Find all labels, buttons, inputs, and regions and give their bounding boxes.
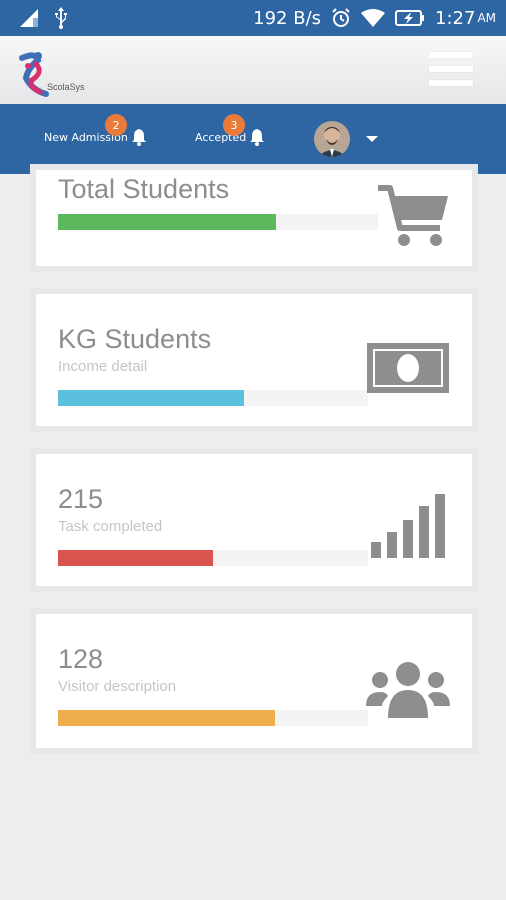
progress-fill [58, 390, 244, 406]
bar-signal-icon [371, 494, 445, 558]
progress-fill [58, 710, 275, 726]
app-logo [19, 52, 49, 97]
network-speed: 192 B/s [253, 7, 322, 29]
logo-text: ScolaSys [47, 82, 85, 92]
progress-track [58, 390, 368, 406]
wifi-icon [361, 9, 386, 27]
card-title: Total Students [58, 174, 230, 204]
signal-icon [20, 9, 38, 27]
hamburger-line [429, 66, 473, 72]
status-bar: 192 B/s 1:27 AM [0, 0, 506, 36]
stat-card-tasks: 215 Task completed [30, 448, 478, 592]
card-title: KG Students [58, 324, 212, 354]
avatar-image [314, 121, 350, 157]
new-admission-notification[interactable]: 2 New Admission [44, 114, 148, 146]
clock-time: 1:27 [435, 7, 476, 29]
avatar[interactable] [314, 121, 350, 157]
new-admission-badge: 2 [105, 114, 127, 136]
clock-ampm: AM [477, 11, 496, 25]
progress-track [58, 710, 368, 726]
accepted-badge: 3 [223, 114, 245, 136]
card-subtitle: Visitor description [58, 678, 177, 695]
usb-icon [55, 7, 67, 29]
hamburger-icon [429, 52, 473, 58]
hamburger-line [429, 80, 473, 86]
progress-fill [58, 550, 213, 566]
progress-track [58, 214, 378, 230]
battery-icon [395, 10, 425, 26]
stat-card-kg-students: KG Students Income detail [30, 288, 478, 432]
progress-fill [58, 214, 276, 230]
card-subtitle: Income detail [58, 358, 148, 375]
bell-icon [250, 129, 265, 146]
card-subtitle: Task completed [58, 518, 163, 535]
stat-card-visitors: 128 Visitor description [30, 608, 478, 754]
alarm-icon [332, 8, 350, 27]
caret-down-icon[interactable] [366, 136, 378, 142]
accepted-notification[interactable]: 3 Accepted [195, 114, 266, 146]
bell-icon [131, 129, 146, 146]
stat-card-total-students: Total Students [30, 164, 478, 272]
card-title: 128 [58, 644, 104, 674]
cart-icon [378, 185, 448, 246]
money-icon [367, 343, 449, 393]
progress-track [58, 550, 368, 566]
users-icon [366, 662, 450, 718]
app-header: ScolaSys [0, 36, 506, 104]
hamburger-menu-button[interactable] [429, 52, 473, 86]
card-title: 215 [58, 484, 104, 514]
